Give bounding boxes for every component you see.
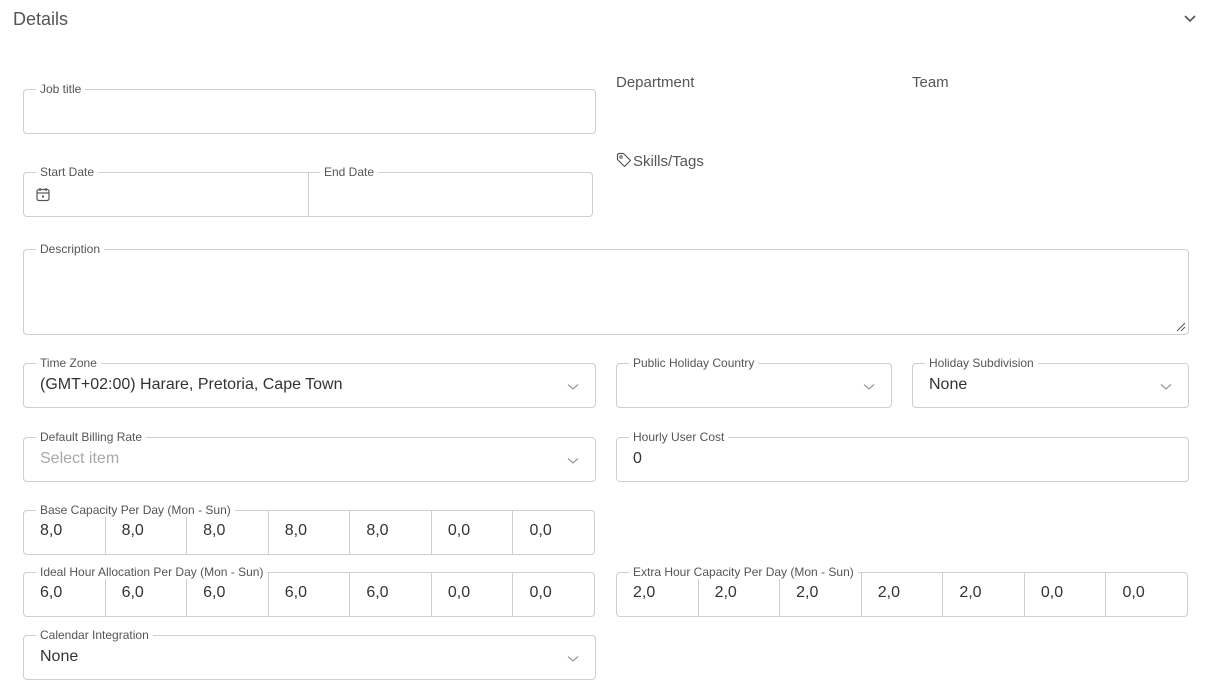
extra-capacity-tue[interactable]: 2,0 xyxy=(697,573,780,616)
hourly-cost-value: 0 xyxy=(633,450,642,467)
cell-value: 6,0 xyxy=(366,584,389,601)
extra-capacity-group: 2,0 2,0 2,0 2,0 2,0 0,0 0,0 Extra Hour C… xyxy=(616,565,1188,617)
calendar-integration-select[interactable]: Calendar Integration None xyxy=(23,628,596,680)
extra-capacity-wed[interactable]: 2,0 xyxy=(779,573,861,616)
holiday-subdivision-label: Holiday Subdivision xyxy=(925,356,1038,370)
billing-rate-select[interactable]: Default Billing Rate Select item xyxy=(23,430,596,482)
billing-rate-placeholder: Select item xyxy=(40,450,120,467)
ideal-allocation-tue[interactable]: 6,0 xyxy=(104,573,187,616)
ideal-allocation-group: 6,0 6,0 6,0 6,0 6,0 0,0 0,0 Ideal Hour A… xyxy=(23,565,595,617)
skills-tags-label[interactable]: Skills/Tags xyxy=(633,153,704,170)
cell-value: 0,0 xyxy=(447,522,471,539)
chevron-down-icon xyxy=(567,656,579,662)
team-label: Team xyxy=(912,74,949,91)
cell-value: 0,0 xyxy=(1122,584,1145,601)
chevron-down-icon xyxy=(863,384,875,390)
base-capacity-sun[interactable]: 0,0 xyxy=(512,511,594,554)
cell-value: 8,0 xyxy=(121,522,144,539)
holiday-subdivision-value: None xyxy=(929,376,968,393)
extra-capacity-label: Extra Hour Capacity Per Day (Mon - Sun) xyxy=(629,565,858,579)
cell-value: 2,0 xyxy=(714,584,737,601)
base-capacity-group: 8,0 8,0 8,0 8,0 8,0 0,0 0,0 Base Capacit… xyxy=(23,503,595,555)
extra-capacity-fri[interactable]: 2,0 xyxy=(942,573,1024,616)
base-capacity-tue[interactable]: 8,0 xyxy=(104,511,187,554)
ideal-allocation-sun[interactable]: 0,0 xyxy=(512,573,594,616)
base-capacity-mon[interactable]: 8,0 xyxy=(24,511,105,554)
base-capacity-thu[interactable]: 8,0 xyxy=(267,511,350,554)
cell-value: 8,0 xyxy=(40,522,63,539)
base-capacity-label: Base Capacity Per Day (Mon - Sun) xyxy=(36,503,235,517)
chevron-down-icon xyxy=(1160,384,1172,390)
cell-value: 2,0 xyxy=(633,584,656,601)
department-label: Department xyxy=(616,74,695,91)
extra-capacity-mon[interactable]: 2,0 xyxy=(617,573,698,616)
cell-value: 2,0 xyxy=(796,584,819,601)
base-capacity-fri[interactable]: 8,0 xyxy=(349,511,431,554)
ideal-allocation-sat[interactable]: 0,0 xyxy=(430,573,513,616)
extra-capacity-thu[interactable]: 2,0 xyxy=(860,573,943,616)
cell-value: 0,0 xyxy=(447,584,471,601)
start-date-input[interactable] xyxy=(24,173,308,216)
cell-value: 0,0 xyxy=(529,584,552,601)
time-zone-value: (GMT+02:00) Harare, Pretoria, Cape Town xyxy=(40,376,343,393)
cell-value: 2,0 xyxy=(959,584,982,601)
base-capacity-wed[interactable]: 8,0 xyxy=(186,511,268,554)
job-title-label: Job title xyxy=(36,82,86,96)
calendar-integration-value: None xyxy=(40,648,79,665)
ideal-allocation-fri[interactable]: 6,0 xyxy=(349,573,431,616)
holiday-country-select[interactable]: Public Holiday Country xyxy=(616,356,892,408)
chevron-down-icon[interactable] xyxy=(1183,14,1197,24)
ideal-allocation-wed[interactable]: 6,0 xyxy=(186,573,268,616)
calendar-integration-label: Calendar Integration xyxy=(36,628,153,642)
billing-rate-label: Default Billing Rate xyxy=(36,430,147,444)
hourly-cost-input[interactable]: Hourly User Cost 0 xyxy=(616,430,1189,482)
ideal-allocation-thu[interactable]: 6,0 xyxy=(267,573,350,616)
extra-capacity-sat[interactable]: 0,0 xyxy=(1023,573,1106,616)
time-zone-select[interactable]: Time Zone (GMT+02:00) Harare, Pretoria, … xyxy=(23,356,596,408)
job-title-field[interactable]: Job title xyxy=(23,82,596,134)
cell-value: 0,0 xyxy=(1040,584,1064,601)
cell-value: 8,0 xyxy=(203,522,226,539)
base-capacity-sat[interactable]: 0,0 xyxy=(430,511,513,554)
tag-icon xyxy=(616,152,632,168)
cell-value: 6,0 xyxy=(284,584,307,601)
time-zone-label: Time Zone xyxy=(36,356,101,370)
cell-value: 8,0 xyxy=(284,522,307,539)
ideal-allocation-mon[interactable]: 6,0 xyxy=(24,573,105,616)
chevron-down-icon xyxy=(567,384,579,390)
resize-grip-icon[interactable] xyxy=(1176,322,1186,332)
section-title: Details xyxy=(13,9,69,29)
holiday-subdivision-select[interactable]: Holiday Subdivision None xyxy=(912,356,1189,408)
description-field[interactable]: Description xyxy=(23,242,1189,335)
cell-value: 6,0 xyxy=(40,584,63,601)
hourly-cost-label: Hourly User Cost xyxy=(629,430,729,444)
end-date-input[interactable] xyxy=(309,173,592,216)
ideal-allocation-label: Ideal Hour Allocation Per Day (Mon - Sun… xyxy=(36,565,268,579)
description-label: Description xyxy=(36,242,105,256)
cell-value: 6,0 xyxy=(203,584,226,601)
chevron-down-icon xyxy=(567,458,579,464)
cell-value: 2,0 xyxy=(877,584,900,601)
extra-capacity-sun[interactable]: 0,0 xyxy=(1105,573,1187,616)
date-range-field: Start Date End Date xyxy=(23,165,593,217)
holiday-country-label: Public Holiday Country xyxy=(629,356,759,370)
cell-value: 8,0 xyxy=(366,522,389,539)
cell-value: 0,0 xyxy=(529,522,552,539)
cell-value: 6,0 xyxy=(121,584,144,601)
